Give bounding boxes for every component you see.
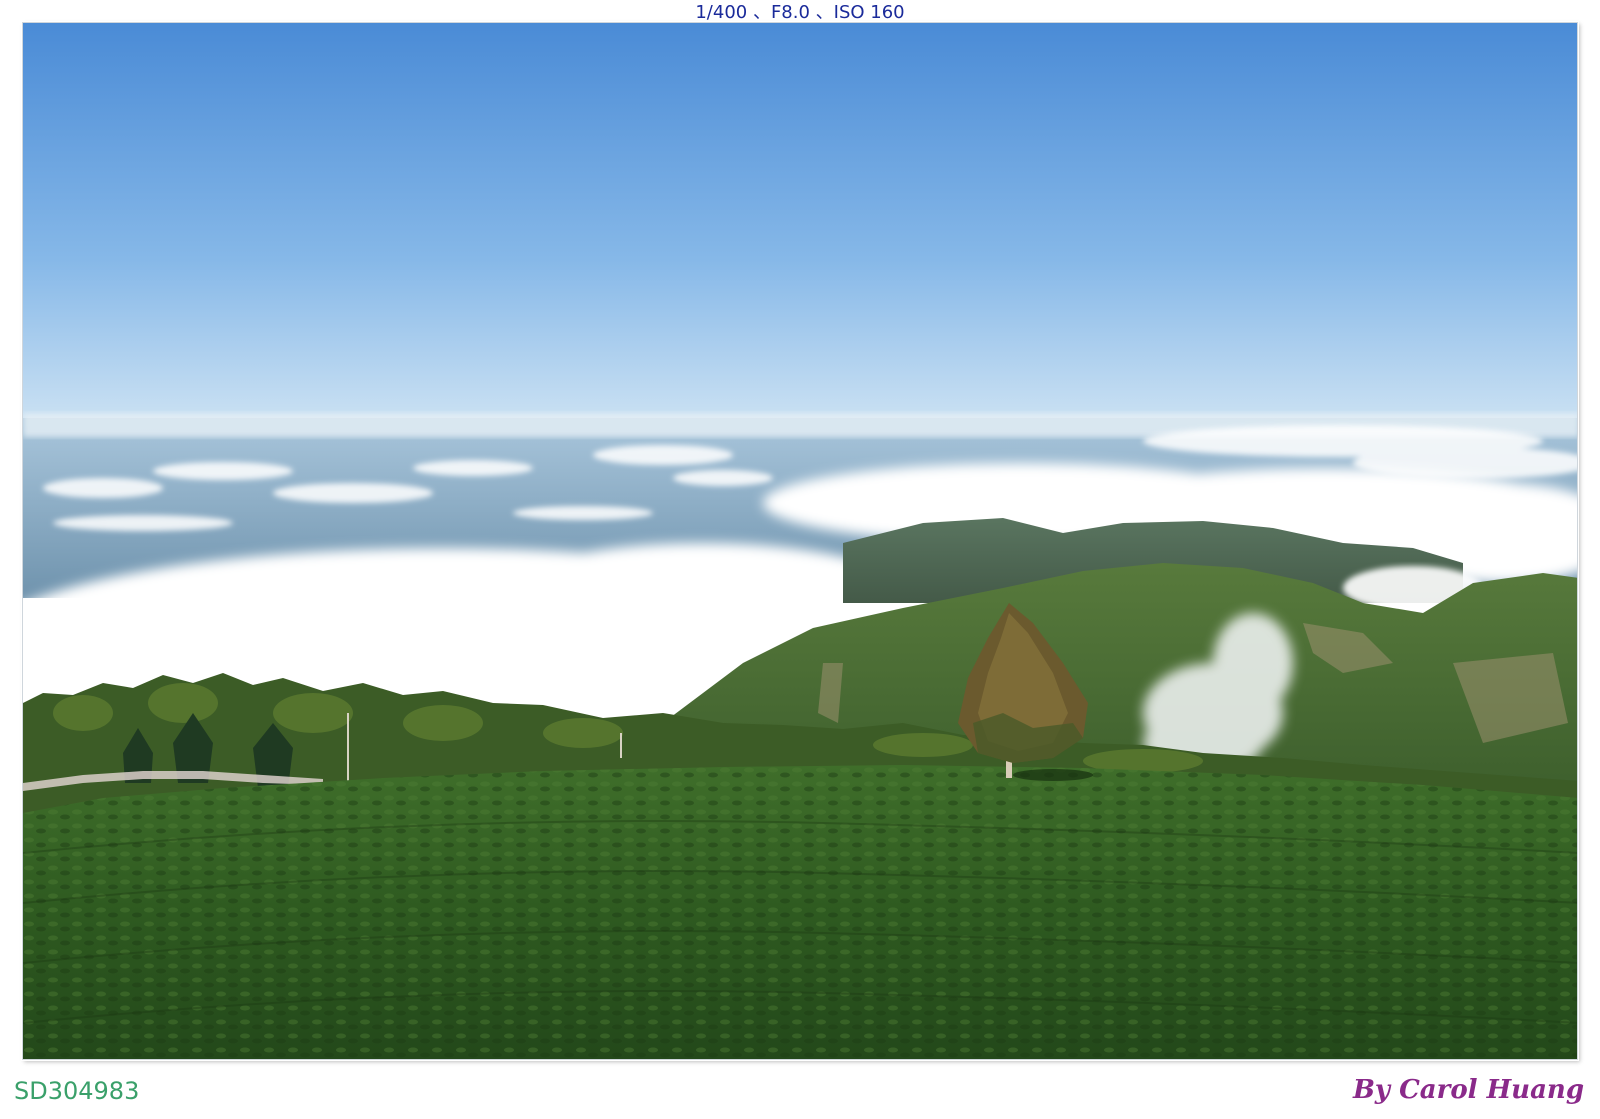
tea-bush-texture [23, 765, 1577, 1059]
exif-caption: 1/400 、F8.0 、ISO 160 [695, 2, 905, 23]
landscape-scene [23, 23, 1577, 1059]
photo-code: SD304983 [14, 1077, 140, 1105]
landscape-photo [22, 22, 1578, 1060]
photographer-credit: By Carol Huang [1352, 1075, 1584, 1105]
photo-frame: 1/400 、F8.0 、ISO 160 SD304983 By Carol H… [0, 0, 1600, 1119]
sky [23, 23, 1577, 453]
